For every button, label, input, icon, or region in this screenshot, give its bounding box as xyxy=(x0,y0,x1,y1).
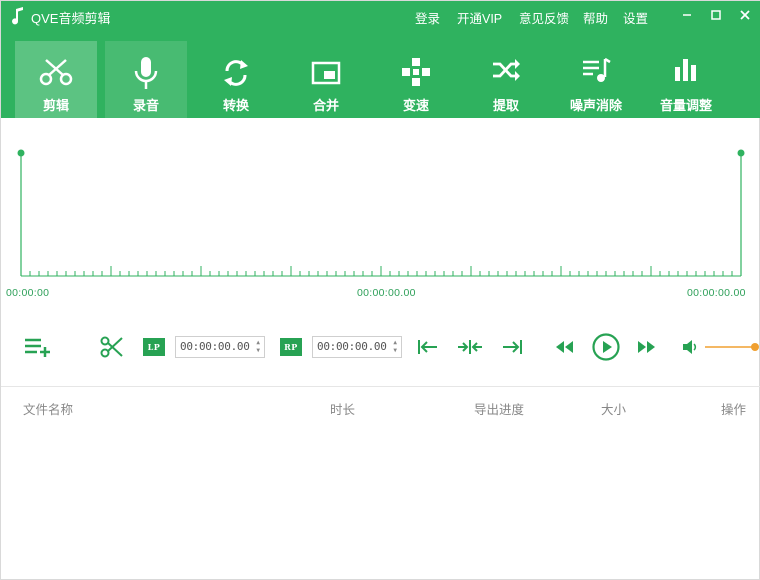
add-file-button[interactable] xyxy=(23,335,53,364)
title-bar: QVE音频剪辑 登录 开通VIP 意见反馈 帮助 设置 xyxy=(1,1,760,31)
go-to-end-button[interactable] xyxy=(500,337,524,362)
right-marker-handle xyxy=(737,149,745,157)
table-divider xyxy=(1,386,760,387)
tool-label: 剪辑 xyxy=(42,98,69,113)
close-button[interactable] xyxy=(735,5,755,25)
rewind-icon xyxy=(556,341,573,353)
tool-record[interactable]: 录音 xyxy=(105,41,187,118)
login-link[interactable]: 登录 xyxy=(415,8,440,27)
jump-start-icon xyxy=(418,340,437,354)
settings-link[interactable]: 设置 xyxy=(623,8,648,27)
play-icon xyxy=(592,333,620,361)
tool-label: 录音 xyxy=(132,98,159,113)
feedback-link[interactable]: 意见反馈 xyxy=(519,8,569,27)
center-marker-icon xyxy=(458,340,482,354)
jump-end-icon xyxy=(503,340,522,354)
tool-label: 噪声消除 xyxy=(569,98,622,113)
column-header-duration[interactable]: 时长 xyxy=(330,399,355,418)
scissors-icon xyxy=(39,59,73,86)
tool-label: 转换 xyxy=(222,98,249,113)
center-button[interactable] xyxy=(457,337,483,362)
ruler-ticks xyxy=(20,266,742,277)
help-link[interactable]: 帮助 xyxy=(583,8,608,27)
close-icon xyxy=(740,10,750,20)
tool-merge[interactable]: 合并 xyxy=(285,41,367,118)
timeline-end: 00:00:00.00 xyxy=(687,287,746,299)
tool-label: 音量调整 xyxy=(659,98,712,113)
tool-noise-removal[interactable]: 噪声消除 xyxy=(555,41,637,118)
app-window: QVE音频剪辑 登录 开通VIP 意见反馈 帮助 设置 剪辑 录音 转换 合并 … xyxy=(0,0,760,580)
file-list xyxy=(1,421,759,579)
volume-knob xyxy=(751,343,759,351)
left-marker-handle xyxy=(17,149,25,157)
extract-icon xyxy=(493,59,520,81)
timeline-middle: 00:00:00.00 xyxy=(357,287,416,299)
convert-icon xyxy=(224,60,248,86)
music-note-icon xyxy=(12,7,23,25)
minimize-icon xyxy=(683,14,691,16)
merge-icon xyxy=(311,61,341,85)
mute-button[interactable] xyxy=(681,338,699,361)
vip-link[interactable]: 开通VIP xyxy=(457,8,502,27)
rp-time-value: 00:00:00.00 xyxy=(317,340,387,353)
lp-time-value: 00:00:00.00 xyxy=(180,340,250,353)
tool-label: 合并 xyxy=(312,98,339,113)
waveform-area[interactable]: 00:00:00 00:00:00.00 00:00:00.00 xyxy=(1,118,760,318)
fast-forward-icon xyxy=(638,341,655,353)
speaker-icon xyxy=(683,340,697,354)
volume-track xyxy=(705,343,759,351)
header: QVE音频剪辑 登录 开通VIP 意见反馈 帮助 设置 剪辑 录音 转换 合并 … xyxy=(1,1,760,118)
tool-volume-adjust[interactable]: 音量调整 xyxy=(645,41,727,118)
maximize-button[interactable] xyxy=(706,5,726,25)
play-button[interactable] xyxy=(591,332,621,367)
cut-button[interactable] xyxy=(100,335,124,364)
lp-time-spinner[interactable]: ▲ ▼ xyxy=(254,339,262,355)
column-header-size[interactable]: 大小 xyxy=(601,399,626,418)
tool-cut[interactable]: 剪辑 xyxy=(15,41,97,118)
tool-speed[interactable]: 变速 xyxy=(375,41,457,118)
rp-tag[interactable]: RP xyxy=(280,338,302,356)
go-to-start-button[interactable] xyxy=(416,337,440,362)
rp-time-spinner[interactable]: ▲ ▼ xyxy=(391,339,399,355)
app-title: QVE音频剪辑 xyxy=(31,11,111,26)
rp-time-input[interactable]: 00:00:00.00 ▲ ▼ xyxy=(312,336,402,358)
lp-tag[interactable]: LP xyxy=(143,338,165,356)
column-header-actions[interactable]: 操作 xyxy=(721,399,746,418)
minimize-button[interactable] xyxy=(677,5,697,25)
column-header-progress[interactable]: 导出进度 xyxy=(474,399,524,418)
volume-adjust-icon xyxy=(675,59,696,81)
tool-convert[interactable]: 转换 xyxy=(195,41,277,118)
column-header-filename[interactable]: 文件名称 xyxy=(23,399,73,418)
speed-icon xyxy=(402,58,430,86)
maximize-icon xyxy=(711,10,721,20)
timeline-start: 00:00:00 xyxy=(6,287,50,299)
fast-forward-button[interactable] xyxy=(636,338,658,361)
tool-label: 提取 xyxy=(492,98,519,113)
lp-time-input[interactable]: 00:00:00.00 ▲ ▼ xyxy=(175,336,265,358)
microphone-icon xyxy=(134,57,158,89)
tool-label: 变速 xyxy=(402,98,429,113)
tool-extract[interactable]: 提取 xyxy=(465,41,547,118)
rewind-button[interactable] xyxy=(553,338,575,361)
add-list-icon xyxy=(25,338,50,357)
scissors-icon xyxy=(100,336,123,358)
noise-removal-icon xyxy=(583,57,611,82)
volume-slider[interactable] xyxy=(705,340,760,354)
